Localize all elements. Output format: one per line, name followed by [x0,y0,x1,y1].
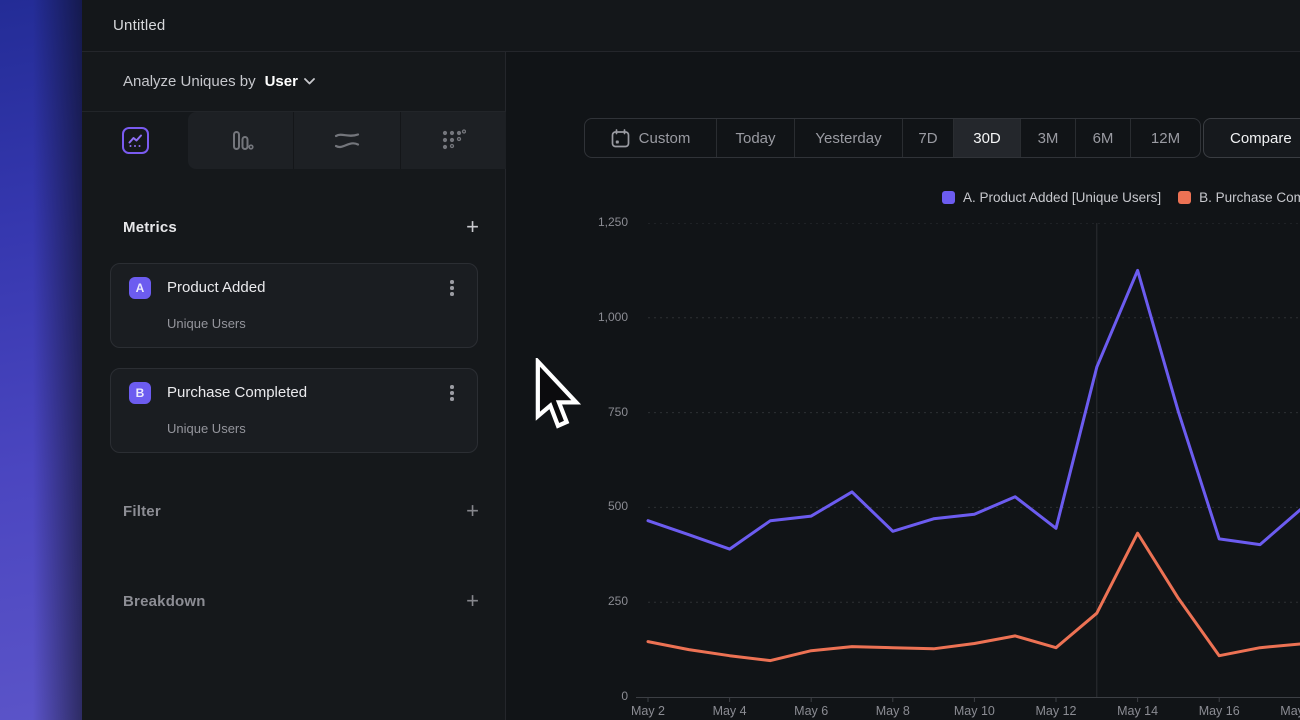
metric-name: Purchase Completed [167,384,307,401]
analyze-by-label: Analyze Uniques by [123,73,256,90]
x-axis-label: May 10 [939,704,1009,718]
y-axis-label: 250 [558,594,628,608]
series-line-b[interactable] [648,533,1300,660]
tab-flow[interactable] [293,112,399,169]
retention-grid-icon [440,128,466,154]
report-header: Untitled [82,0,1300,52]
legend-label-b: B. Purchase Completed [Unique Users] [1199,190,1300,205]
add-filter-button[interactable]: + [466,501,479,521]
metric-options-button[interactable] [445,382,459,404]
x-axis-label: May 12 [1021,704,1091,718]
y-axis-label: 1,000 [558,310,628,324]
y-axis-label: 0 [558,689,628,703]
range-6m[interactable]: 6M [1075,119,1130,157]
legend-label-a: A. Product Added [Unique Users] [963,190,1161,205]
filter-title: Filter [123,503,161,520]
x-axis-label: May 2 [613,704,683,718]
y-axis-label: 750 [558,405,628,419]
analyze-by-row: Analyze Uniques by User [82,52,506,112]
date-range-selector: CustomTodayYesterday7D30D3M6M12M [584,118,1201,158]
tab-retention-grid[interactable] [400,112,506,169]
line-chart-icon [122,127,149,154]
chart-type-tabs [188,112,506,169]
metrics-section-header: Metrics + [82,210,506,244]
y-axis-label: 500 [558,499,628,513]
range-7d[interactable]: 7D [902,119,953,157]
filter-section-header: Filter + [82,494,506,528]
app-window: Untitled Analyze Uniques by User [0,0,1300,720]
range-30d[interactable]: 30D [953,119,1020,157]
x-axis-label: May 6 [776,704,846,718]
flow-icon [333,130,361,152]
tab-line-chart[interactable] [82,112,188,169]
range-custom[interactable]: Custom [585,119,716,157]
x-axis-label: May 4 [695,704,765,718]
legend-swatch-b [1178,191,1191,204]
analyze-by-value: User [265,73,298,90]
metrics-title: Metrics [123,219,177,236]
breakdown-section-header: Breakdown + [82,584,506,618]
chart-legend: A. Product Added [Unique Users] B. Purch… [942,190,1300,205]
legend-item-b[interactable]: B. Purchase Completed [Unique Users] [1178,190,1300,205]
x-axis-label: May 16 [1184,704,1254,718]
range-yesterday[interactable]: Yesterday [794,119,902,157]
bar-chart-icon [228,129,254,153]
x-axis-label: May 18 [1266,704,1300,718]
compare-button[interactable]: Compare [1203,118,1300,158]
legend-swatch-a [942,191,955,204]
analyze-by-dropdown[interactable]: User [265,73,315,90]
metric-options-button[interactable] [445,277,459,299]
tab-bar-chart[interactable] [188,112,293,169]
metric-badge-b: B [129,382,151,404]
breakdown-title: Breakdown [123,593,206,610]
chevron-down-icon [304,78,315,85]
calendar-icon [611,129,630,148]
metric-card-product-added[interactable]: A Product Added Unique Users [110,263,478,348]
metric-name: Product Added [167,279,265,296]
metric-aggregation[interactable]: Unique Users [167,316,246,331]
add-metric-button[interactable]: + [466,217,479,237]
metric-badge-a: A [129,277,151,299]
range-today[interactable]: Today [716,119,794,157]
range-12m[interactable]: 12M [1130,119,1200,157]
line-chart-plot[interactable] [636,223,1300,703]
decorative-gradient-strip [0,0,82,720]
range-3m[interactable]: 3M [1020,119,1075,157]
metric-aggregation[interactable]: Unique Users [167,421,246,436]
y-axis-label: 1,250 [558,215,628,229]
x-axis-label: May 8 [858,704,928,718]
metric-card-purchase-completed[interactable]: B Purchase Completed Unique Users [110,368,478,453]
add-breakdown-button[interactable]: + [466,591,479,611]
report-title[interactable]: Untitled [113,0,165,51]
x-axis-label: May 14 [1103,704,1173,718]
legend-item-a[interactable]: A. Product Added [Unique Users] [942,190,1161,205]
